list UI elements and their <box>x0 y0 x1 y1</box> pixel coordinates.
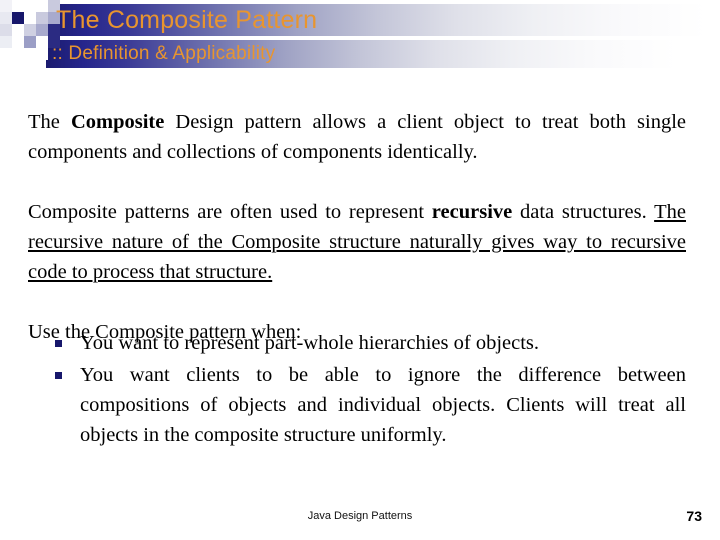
decorative-square <box>36 24 48 36</box>
decorative-square <box>36 0 48 12</box>
decorative-square <box>12 12 24 24</box>
decorative-square <box>0 36 12 48</box>
slide-number: 73 <box>686 508 702 524</box>
paragraph2-mid: data structures. <box>512 200 655 223</box>
paragraph-definition: The Composite Design pattern allows a cl… <box>28 107 686 167</box>
slide-header: The Composite Pattern :: Definition & Ap… <box>0 0 720 78</box>
paragraph2-pre: Composite patterns are often used to rep… <box>28 200 432 223</box>
decorative-square <box>36 12 48 24</box>
decorative-square <box>0 0 12 12</box>
paragraph2-bold: recursive <box>431 200 513 223</box>
list-item-label: You want clients to be able to ignore th… <box>80 364 686 446</box>
decorative-square <box>24 48 36 60</box>
list-item: You want to represent part-whole hierarc… <box>28 328 686 358</box>
decorative-square <box>24 36 36 48</box>
slide-body: The Composite Design pattern allows a cl… <box>0 78 720 498</box>
decorative-square <box>12 0 24 12</box>
applicability-bullet-list: You want to represent part-whole hierarc… <box>28 328 686 450</box>
decorative-square <box>24 24 36 36</box>
paragraph-recursive: Composite patterns are often used to rep… <box>28 197 686 287</box>
decorative-square <box>0 12 12 24</box>
decorative-square <box>0 24 12 36</box>
decorative-square <box>12 24 24 36</box>
list-item: You want clients to be able to ignore th… <box>28 360 686 450</box>
decorative-square <box>12 36 24 48</box>
page-title: The Composite Pattern <box>56 6 318 34</box>
footer-note: Java Design Patterns <box>307 510 413 522</box>
decorative-checkerboard <box>0 0 60 72</box>
square-bullet-icon <box>55 340 62 347</box>
slide-root: The Composite Pattern :: Definition & Ap… <box>0 0 720 540</box>
decorative-square <box>24 0 36 12</box>
page-subtitle: :: Definition & Applicability <box>52 43 276 64</box>
decorative-square <box>36 36 48 48</box>
paragraph1-pre: The <box>28 110 71 133</box>
square-bullet-icon <box>55 372 62 379</box>
decorative-square <box>24 12 36 24</box>
decorative-square <box>36 48 48 60</box>
list-item-label: You want to represent part-whole hierarc… <box>80 332 540 354</box>
paragraph1-bold: Composite <box>70 110 165 133</box>
